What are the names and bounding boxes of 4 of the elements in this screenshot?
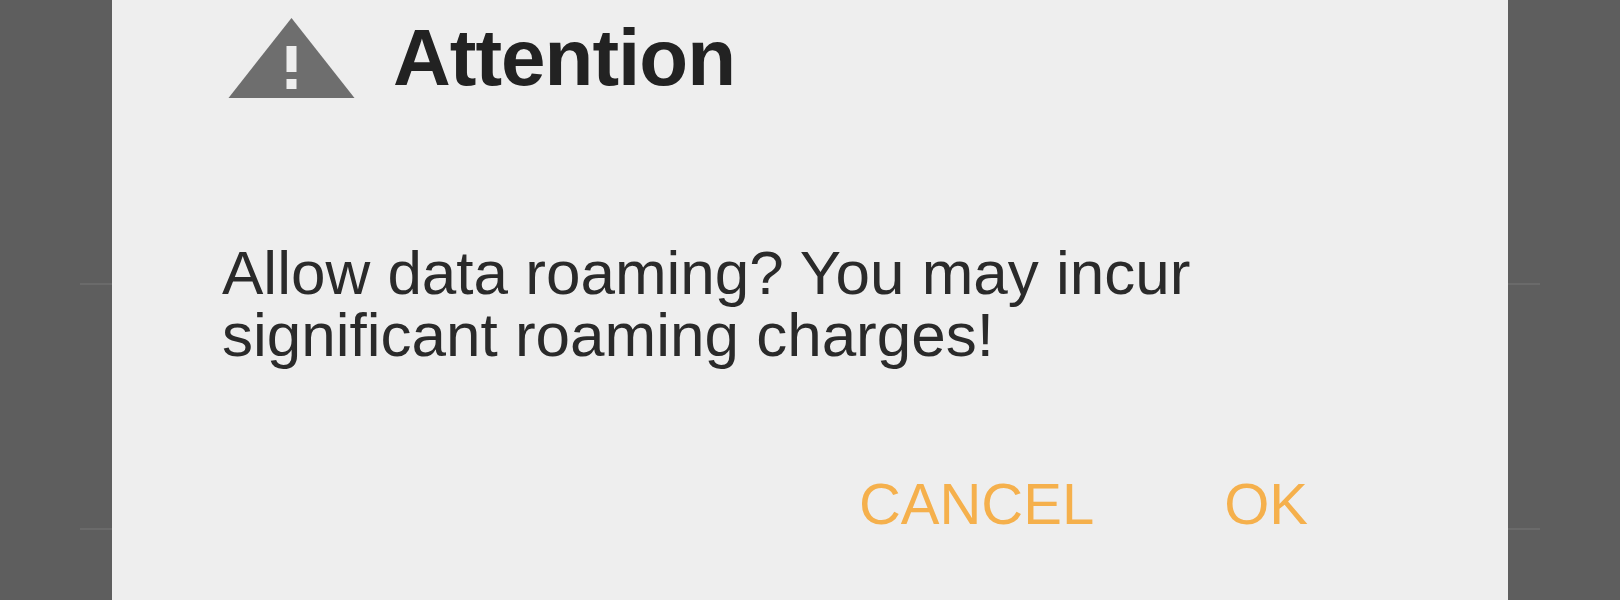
ok-button[interactable]: OK bbox=[1224, 474, 1308, 534]
cancel-button[interactable]: CANCEL bbox=[858, 474, 1095, 534]
dialog-title: Attention bbox=[393, 14, 735, 102]
warning-icon bbox=[226, 16, 357, 100]
